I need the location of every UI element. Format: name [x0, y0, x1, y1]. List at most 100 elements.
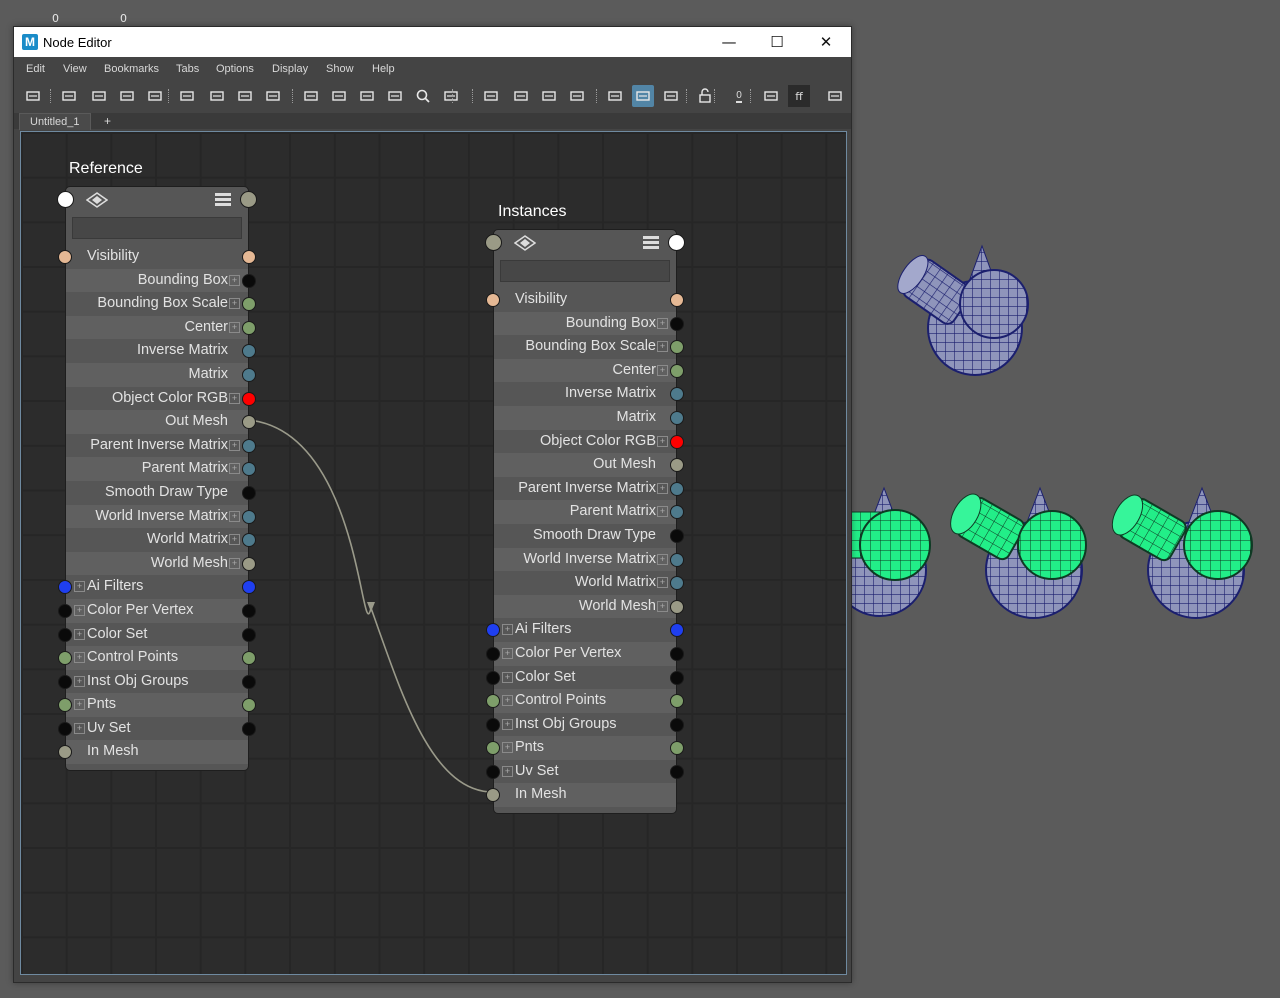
attribute-output-port[interactable] [670, 293, 684, 307]
instance-mesh[interactable] [850, 486, 931, 617]
attribute-row[interactable]: + Object Color RGB [494, 430, 684, 454]
frame-all-button[interactable] [176, 85, 198, 107]
node-instances[interactable]: Visibility + Bounding Box + Bounding Box Sca… [485, 229, 685, 815]
attribute-row[interactable]: Visibility [58, 245, 256, 269]
attribute-input-port[interactable] [58, 603, 72, 618]
node-editor-window[interactable]: M Node Editor — ☐ ✕ Edit View Bookmarks … [13, 26, 852, 983]
attribute-row[interactable]: + World Matrix [66, 528, 256, 552]
expand-button[interactable] [824, 85, 846, 107]
expand-attribute-icon[interactable]: + [502, 718, 513, 730]
attribute-row[interactable]: + Color Set [486, 666, 684, 690]
io-connections-button[interactable] [116, 85, 138, 107]
expand-attribute-icon[interactable]: + [229, 534, 240, 546]
expand-attribute-icon[interactable]: + [229, 274, 240, 286]
expand-attribute-icon[interactable]: + [229, 510, 240, 522]
layout-horizontal-button[interactable] [206, 85, 228, 107]
expand-attribute-icon[interactable]: + [229, 321, 240, 333]
add-tab-button[interactable]: + [104, 113, 111, 129]
expand-attribute-icon[interactable]: + [74, 581, 85, 593]
attribute-output-port[interactable] [670, 410, 684, 425]
attribute-row[interactable]: + Pnts [486, 736, 684, 760]
attribute-output-port[interactable] [242, 250, 256, 264]
attribute-row[interactable]: Visibility [486, 288, 684, 312]
output-connections-button[interactable] [144, 85, 166, 107]
attribute-output-port[interactable] [242, 509, 256, 524]
menu-view[interactable]: View [63, 63, 87, 75]
menu-display[interactable]: Display [272, 63, 308, 75]
expand-attribute-icon[interactable]: + [657, 317, 668, 329]
expand-attribute-icon[interactable]: + [502, 695, 513, 707]
attribute-output-port[interactable] [242, 320, 256, 335]
attribute-output-port[interactable] [242, 556, 256, 571]
attribute-input-port[interactable] [58, 580, 72, 595]
attribute-input-port[interactable] [486, 670, 500, 685]
attribute-row[interactable]: + Parent Inverse Matrix [66, 434, 256, 458]
expand-attribute-icon[interactable]: + [657, 435, 668, 447]
bookmark-next-button[interactable] [566, 85, 588, 107]
expand-attribute-icon[interactable]: + [502, 671, 513, 683]
expand-attribute-icon[interactable]: + [657, 364, 668, 376]
attribute-row[interactable]: + World Mesh [494, 594, 684, 619]
distribute-button[interactable] [262, 85, 284, 107]
input-connections-button[interactable] [88, 85, 110, 107]
expand-attribute-icon[interactable]: + [657, 506, 668, 518]
attribute-output-port[interactable] [670, 481, 684, 496]
attribute-row[interactable]: + World Inverse Matrix [66, 504, 256, 529]
attribute-input-port[interactable] [486, 646, 500, 661]
attribute-list-icon[interactable] [214, 192, 232, 208]
bookmark-prev-button[interactable] [538, 85, 560, 107]
attribute-output-port[interactable] [242, 485, 256, 500]
attribute-row[interactable]: + Ai Filters [58, 575, 256, 599]
attribute-row[interactable]: + Uv Set [58, 717, 256, 741]
attribute-row[interactable]: + Control Points [58, 646, 256, 670]
expand-attribute-icon[interactable]: + [74, 604, 85, 616]
attribute-row[interactable]: Matrix [66, 362, 256, 387]
expand-attribute-icon[interactable]: + [657, 341, 668, 353]
node-header[interactable] [57, 187, 257, 211]
attribute-output-port[interactable] [242, 273, 256, 288]
expand-attribute-icon[interactable]: + [229, 298, 240, 310]
layout-vertical-button[interactable] [234, 85, 256, 107]
menu-help[interactable]: Help [372, 63, 395, 75]
menu-options[interactable]: Options [216, 63, 254, 75]
maximize-button[interactable]: ☐ [754, 27, 800, 57]
expand-attribute-icon[interactable]: + [657, 577, 668, 589]
attribute-output-port[interactable] [670, 363, 684, 378]
expand-attribute-icon[interactable]: + [74, 675, 85, 687]
attr-all-button[interactable] [384, 85, 406, 107]
attribute-row[interactable]: + Center [66, 315, 256, 340]
attribute-row[interactable]: Out Mesh [494, 453, 684, 477]
attribute-output-port[interactable] [242, 603, 256, 618]
add-node-button[interactable] [22, 85, 44, 107]
attribute-input-port[interactable] [486, 694, 500, 709]
expand-attribute-icon[interactable]: + [229, 439, 240, 451]
attribute-row[interactable]: + Ai Filters [486, 618, 684, 642]
title-bar[interactable]: M Node Editor — ☐ ✕ [14, 27, 851, 57]
attribute-row[interactable]: + Bounding Box Scale [494, 335, 684, 359]
attribute-row[interactable]: + World Matrix [494, 571, 684, 595]
graph-both-button[interactable] [632, 85, 654, 107]
attribute-output-port[interactable] [670, 599, 684, 614]
tab-untitled-1[interactable]: Untitled_1 [19, 113, 91, 130]
attribute-row[interactable]: Inverse Matrix [66, 339, 256, 363]
node-output-port[interactable] [240, 191, 257, 208]
attribute-row[interactable]: + Control Points [486, 689, 684, 713]
expand-attribute-icon[interactable]: + [657, 482, 668, 494]
expand-attribute-icon[interactable]: + [74, 699, 85, 711]
attribute-output-port[interactable] [242, 651, 256, 666]
attribute-input-port[interactable] [58, 651, 72, 666]
expand-attribute-icon[interactable]: + [502, 742, 513, 754]
expand-attribute-icon[interactable]: + [74, 652, 85, 664]
node-header[interactable] [485, 230, 685, 254]
attr-custom-button[interactable] [356, 85, 378, 107]
graph-output-button[interactable] [660, 85, 682, 107]
attribute-input-port[interactable] [486, 293, 500, 307]
node-filter-field[interactable] [500, 260, 670, 282]
attribute-output-port[interactable] [242, 367, 256, 382]
attribute-input-port[interactable] [486, 741, 500, 756]
attr-simple-button[interactable] [300, 85, 322, 107]
attribute-row[interactable]: + Bounding Box Scale [66, 292, 256, 316]
attribute-input-port[interactable] [58, 674, 72, 689]
attribute-row[interactable]: + Inst Obj Groups [58, 670, 256, 694]
instance-mesh[interactable] [944, 486, 1087, 619]
